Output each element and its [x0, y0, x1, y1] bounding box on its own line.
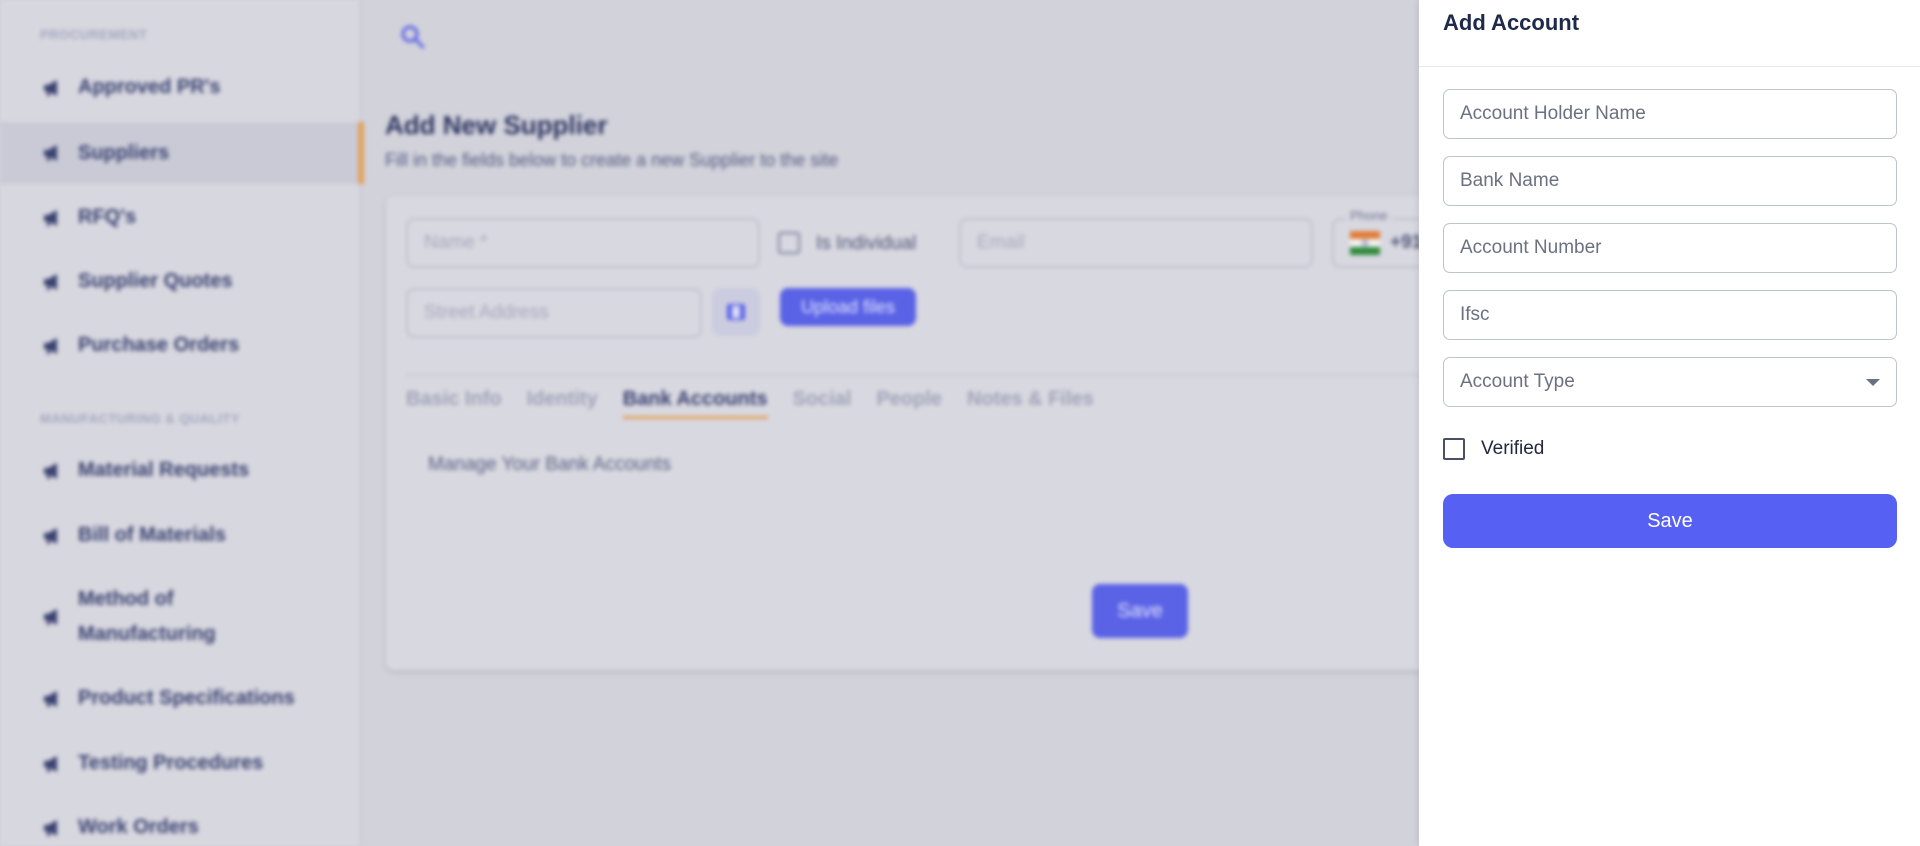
add-account-drawer: Add Account Account Type Verified Save [1419, 0, 1920, 846]
sidebar: PROCUREMENT Approved PR's Suppliers RFQ'… [0, 0, 364, 846]
sidebar-item-material-requests[interactable]: Material Requests [0, 453, 362, 488]
account-type-select[interactable]: Account Type [1443, 357, 1897, 407]
sidebar-item-label: Testing Procedures [78, 752, 264, 774]
map-icon [727, 304, 745, 320]
megaphone-icon [42, 273, 64, 291]
sidebar-item-rfqs[interactable]: RFQ's [0, 200, 362, 235]
tab-notes-files[interactable]: Notes & Files [967, 388, 1094, 411]
verified-label: Verified [1481, 438, 1545, 459]
tab-identity[interactable]: Identity [527, 388, 598, 411]
page-title: Add New Supplier [385, 110, 608, 140]
form-save-button[interactable]: Save [1092, 584, 1188, 638]
tabs: Basic Info Identity Bank Accounts Social… [406, 388, 1094, 419]
megaphone-icon [42, 819, 64, 837]
sidebar-item-purchase-orders[interactable]: Purchase Orders [0, 328, 362, 363]
tab-people[interactable]: People [876, 388, 942, 411]
sidebar-item-label: Approved PR's [78, 76, 221, 98]
phone-code: +91 [1390, 232, 1423, 253]
is-individual-label: Is Individual [816, 233, 917, 254]
sidebar-item-suppliers[interactable]: Suppliers [0, 122, 364, 184]
megaphone-icon [42, 79, 64, 97]
drawer-header: Add Account [1419, 0, 1920, 67]
verified-row[interactable]: Verified [1443, 438, 1544, 460]
email-field[interactable]: Email [959, 218, 1313, 268]
sidebar-section-manufacturing: MANUFACTURING & QUALITY [40, 411, 240, 426]
sidebar-item-bill-of-materials[interactable]: Bill of Materials [0, 518, 362, 553]
account-holder-name-input[interactable] [1443, 89, 1897, 139]
sidebar-item-method-of-manufacturing[interactable]: Method of Manufacturing [0, 582, 362, 652]
tab-bank-accounts[interactable]: Bank Accounts [622, 388, 768, 419]
divider [406, 374, 1486, 376]
india-flag-icon [1350, 231, 1380, 255]
upload-files-button[interactable]: Upload files [780, 288, 916, 326]
is-individual-checkbox[interactable] [778, 232, 800, 254]
sidebar-item-product-specifications[interactable]: Product Specifications [0, 681, 362, 716]
sidebar-item-testing-procedures[interactable]: Testing Procedures [0, 746, 362, 781]
sidebar-item-work-orders[interactable]: Work Orders [0, 810, 362, 845]
search-icon[interactable] [400, 24, 426, 50]
phone-label: Phone [1346, 208, 1392, 223]
megaphone-icon [42, 608, 64, 626]
megaphone-icon [42, 690, 64, 708]
sidebar-item-label: Purchase Orders [78, 334, 240, 356]
sidebar-item-label: Material Requests [78, 459, 250, 481]
sidebar-item-label: Supplier Quotes [78, 270, 233, 292]
bank-name-input[interactable] [1443, 156, 1897, 206]
verified-checkbox[interactable] [1443, 438, 1465, 460]
page-subtitle: Fill in the fields below to create a new… [385, 150, 839, 170]
sidebar-item-label: RFQ's [78, 206, 137, 228]
sidebar-item-label: Method of Manufacturing [78, 588, 216, 645]
ifsc-input[interactable] [1443, 290, 1897, 340]
megaphone-icon [42, 144, 64, 162]
chevron-down-icon [1866, 379, 1880, 386]
drawer-title: Add Account [1443, 10, 1580, 35]
account-type-placeholder: Account Type [1460, 371, 1575, 392]
sidebar-item-supplier-quotes[interactable]: Supplier Quotes [0, 264, 362, 299]
bank-accounts-note: Manage Your Bank Accounts [428, 454, 671, 475]
sidebar-section-procurement: PROCUREMENT [40, 27, 148, 42]
account-number-input[interactable] [1443, 223, 1897, 273]
sidebar-item-label: Suppliers [78, 141, 170, 164]
sidebar-item-label: Work Orders [78, 816, 199, 838]
megaphone-icon [42, 209, 64, 227]
save-button[interactable]: Save [1443, 494, 1897, 548]
map-button[interactable] [712, 288, 760, 336]
tab-basic-info[interactable]: Basic Info [406, 388, 502, 411]
sidebar-item-label: Bill of Materials [78, 524, 226, 546]
name-field[interactable]: Name * [406, 218, 760, 268]
megaphone-icon [42, 337, 64, 355]
megaphone-icon [42, 755, 64, 773]
sidebar-item-approved-prs[interactable]: Approved PR's [0, 70, 362, 105]
megaphone-icon [42, 527, 64, 545]
street-address-field[interactable]: Street Address [406, 288, 702, 338]
megaphone-icon [42, 462, 64, 480]
tab-social[interactable]: Social [793, 388, 852, 411]
sidebar-item-label: Product Specifications [78, 687, 295, 709]
supplier-form-card: Name * Is Individual Email +91 Phone Str… [386, 196, 1492, 670]
